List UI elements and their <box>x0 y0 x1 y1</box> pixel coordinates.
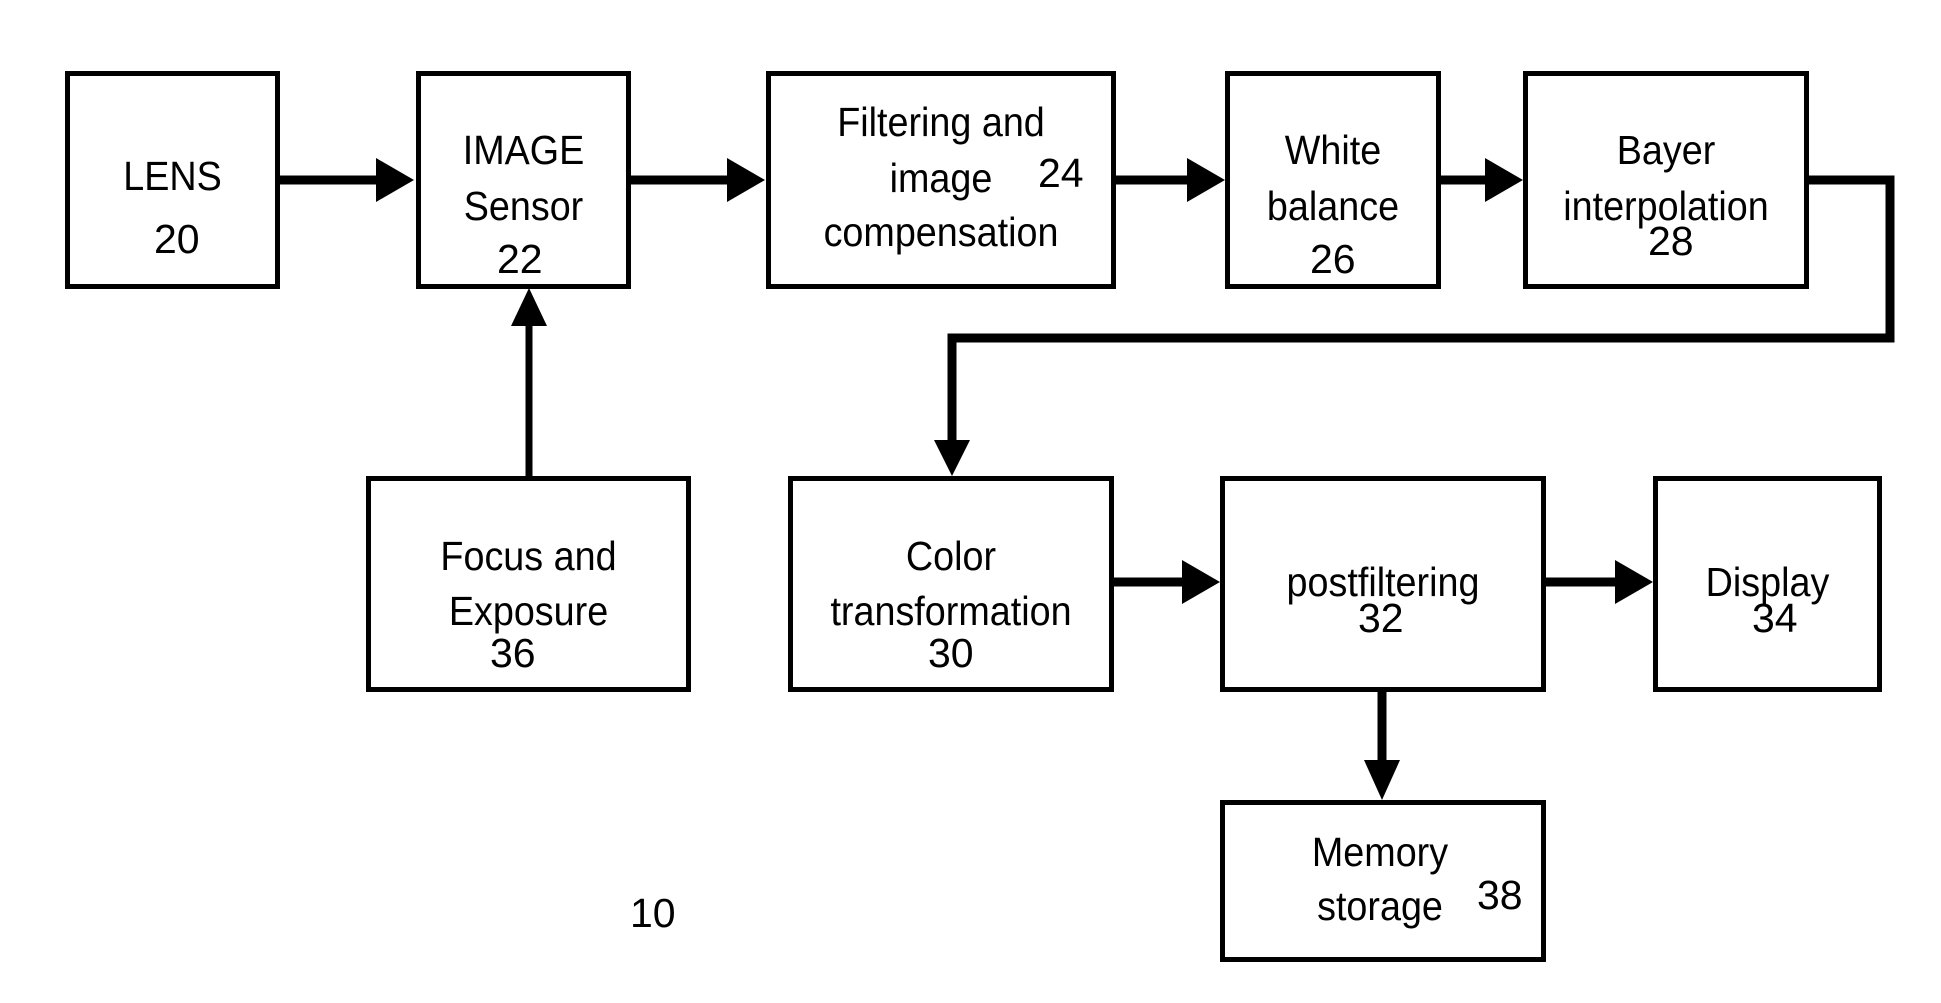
block-lens-number: 20 <box>154 216 200 262</box>
block-white-balance-line2: balance <box>1266 183 1400 229</box>
block-filtering-number: 24 <box>1038 150 1084 196</box>
block-filtering-line1: Filtering and <box>837 99 1045 145</box>
block-white-balance-line1: White <box>1284 127 1382 173</box>
arrow-whitebalance-to-bayer <box>1439 158 1523 202</box>
block-image-sensor-number: 22 <box>497 236 543 282</box>
block-lens-label: LENS <box>123 153 222 199</box>
arrow-lens-to-sensor <box>278 158 414 202</box>
block-bayer-number: 28 <box>1648 218 1694 264</box>
arrow-sensor-to-filtering <box>628 158 765 202</box>
block-bayer-line1: Bayer <box>1616 127 1716 173</box>
block-image-sensor-line2: Sensor <box>463 183 584 229</box>
block-color-transform-number: 30 <box>928 630 974 676</box>
block-memory-line1: Memory <box>1311 829 1449 875</box>
arrow-postfiltering-to-display <box>1543 560 1653 604</box>
block-white-balance-number: 26 <box>1310 236 1356 282</box>
block-image-sensor-line1: IMAGE <box>462 127 585 173</box>
block-focus-exposure-number: 36 <box>490 630 536 676</box>
block-filtering-line3: compensation <box>823 209 1059 255</box>
arrow-color-to-postfiltering <box>1111 560 1220 604</box>
block-focus-exposure-line1: Focus and <box>440 533 617 579</box>
block-display-number: 34 <box>1752 595 1798 641</box>
block-memory-number: 38 <box>1477 872 1523 918</box>
block-postfiltering-number: 32 <box>1358 595 1404 641</box>
arrow-postfiltering-to-memory <box>1364 688 1400 800</box>
block-color-transform-line1: Color <box>905 533 997 579</box>
figure-reference-number: 10 <box>630 890 676 936</box>
arrow-focus-to-sensor <box>511 288 547 476</box>
arrow-filtering-to-whitebalance <box>1114 158 1225 202</box>
